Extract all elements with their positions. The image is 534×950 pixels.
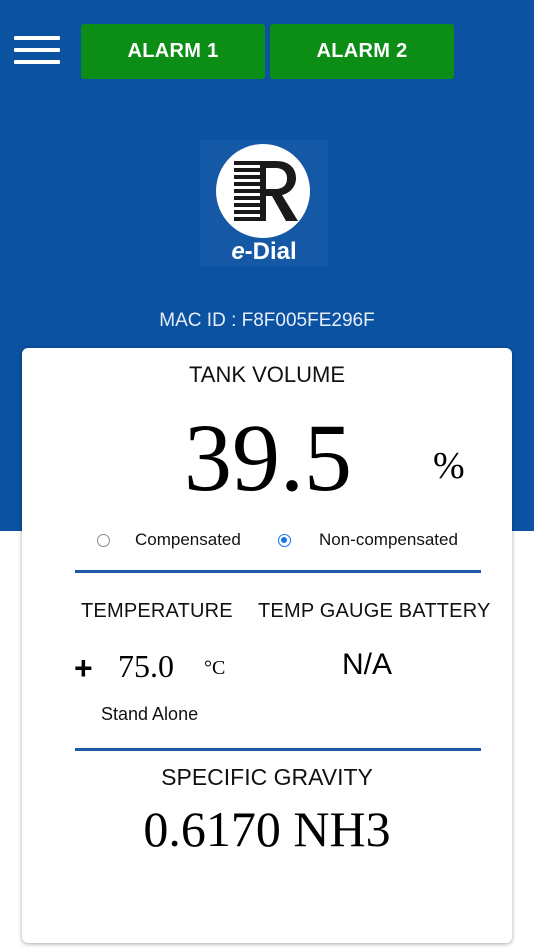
mac-id-label: MAC ID : F8F005FE296F xyxy=(159,310,375,331)
temperature-title: TEMPERATURE xyxy=(81,600,233,622)
temperature-sign: + xyxy=(74,650,93,686)
tank-volume-value: 39.5 xyxy=(184,404,352,511)
temp-gauge-battery-value: N/A xyxy=(342,648,393,681)
compensated-label: Compensated xyxy=(135,530,241,549)
hamburger-menu-icon[interactable] xyxy=(14,36,60,64)
logo-wordmark: e-Dial xyxy=(231,238,297,265)
divider-top xyxy=(75,570,481,573)
alarm-1-label: ALARM 1 xyxy=(127,40,219,62)
r-logo-icon xyxy=(234,161,298,221)
non-compensated-label: Non-compensated xyxy=(319,530,458,549)
logo-circle xyxy=(216,144,310,238)
compensated-option[interactable]: Compensated xyxy=(97,528,241,552)
non-compensated-radio[interactable] xyxy=(278,533,291,547)
temp-gauge-battery-title: TEMP GAUGE BATTERY xyxy=(258,600,491,622)
temperature-value: 75.0 xyxy=(118,648,174,684)
non-compensated-option[interactable]: Non-compensated xyxy=(278,528,458,552)
temperature-mode: Stand Alone xyxy=(101,704,199,724)
edial-logo: e-Dial xyxy=(200,140,328,267)
alarm-1-button[interactable]: ALARM 1 xyxy=(81,24,265,79)
specific-gravity-title: SPECIFIC GRAVITY xyxy=(161,764,373,790)
compensated-radio[interactable] xyxy=(97,533,110,547)
tank-volume-title: TANK VOLUME xyxy=(188,362,346,387)
specific-gravity-value: 0.6170 NH3 xyxy=(143,801,391,857)
alarm-2-button[interactable]: ALARM 2 xyxy=(270,24,454,79)
divider-bottom xyxy=(75,748,481,751)
alarm-2-label: ALARM 2 xyxy=(316,40,408,62)
temperature-unit: °C xyxy=(204,657,226,679)
readings-card: TANK VOLUME 39.5 % Compensated Non-compe… xyxy=(22,348,512,943)
tank-volume-unit: % xyxy=(433,445,465,487)
